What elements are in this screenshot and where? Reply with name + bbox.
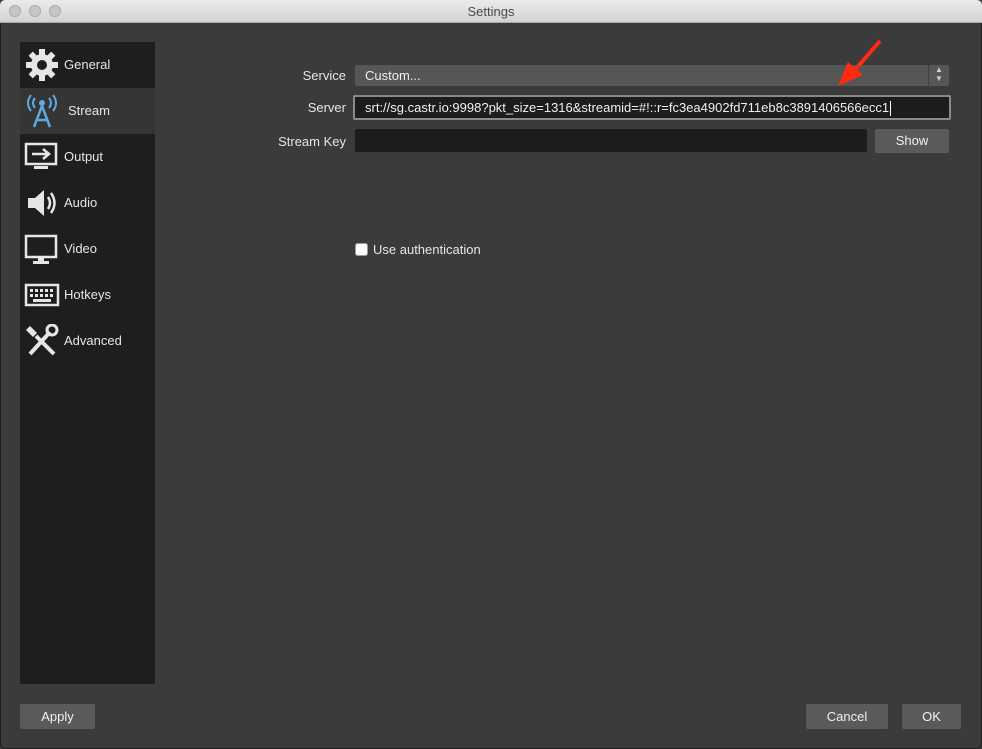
ok-button[interactable]: OK: [902, 704, 961, 729]
window-title: Settings: [467, 4, 515, 19]
output-monitor-icon: [24, 142, 58, 169]
sidebar-item-label: General: [64, 57, 111, 72]
server-label: Server: [307, 100, 346, 115]
text-caret: [890, 101, 892, 117]
settings-sidebar: General Stream Output Audio Video Hotkey…: [20, 42, 155, 684]
use-authentication-label: Use authentication: [373, 242, 481, 257]
gear-icon: [26, 49, 58, 81]
sidebar-item-audio[interactable]: Audio: [20, 180, 155, 226]
annotation-arrow-icon: [838, 39, 882, 86]
settings-window: Settings General Stream Output Audio Vid…: [0, 0, 982, 749]
keyboard-icon: [24, 283, 60, 307]
broadcast-antenna-icon: [27, 94, 57, 128]
monitor-icon: [24, 234, 58, 264]
server-input-value: srt://sg.castr.io:9998?pkt_size=1316&str…: [365, 100, 890, 115]
sidebar-item-label: Output: [64, 149, 104, 164]
wrench-screwdriver-icon: [26, 324, 59, 356]
sidebar-item-hotkeys[interactable]: Hotkeys: [20, 272, 155, 318]
service-select-value: Custom...: [365, 68, 421, 83]
server-input[interactable]: srt://sg.castr.io:9998?pkt_size=1316&str…: [353, 95, 951, 120]
sidebar-item-label: Stream: [68, 103, 110, 118]
sidebar-item-label: Audio: [64, 195, 98, 210]
stream-key-label: Stream Key: [278, 134, 346, 149]
sidebar-item-label: Hotkeys: [64, 287, 111, 302]
sidebar-item-label: Advanced: [64, 333, 122, 348]
service-label: Service: [302, 68, 346, 83]
updown-arrows-icon: ▲ ▼: [928, 65, 949, 86]
sidebar-item-advanced[interactable]: Advanced: [20, 318, 155, 364]
sidebar-item-stream[interactable]: Stream: [20, 88, 155, 134]
sidebar-item-output[interactable]: Output: [20, 134, 155, 180]
title-bar: Settings: [0, 0, 982, 23]
apply-button[interactable]: Apply: [20, 704, 95, 729]
sidebar-item-video[interactable]: Video: [20, 226, 155, 272]
sidebar-item-label: Video: [64, 241, 98, 256]
speaker-icon: [28, 190, 56, 216]
use-authentication-checkbox[interactable]: [355, 243, 368, 256]
stream-key-input[interactable]: [355, 129, 867, 152]
cancel-button[interactable]: Cancel: [806, 704, 888, 729]
show-key-button[interactable]: Show: [875, 129, 949, 153]
sidebar-item-general[interactable]: General: [20, 42, 155, 88]
